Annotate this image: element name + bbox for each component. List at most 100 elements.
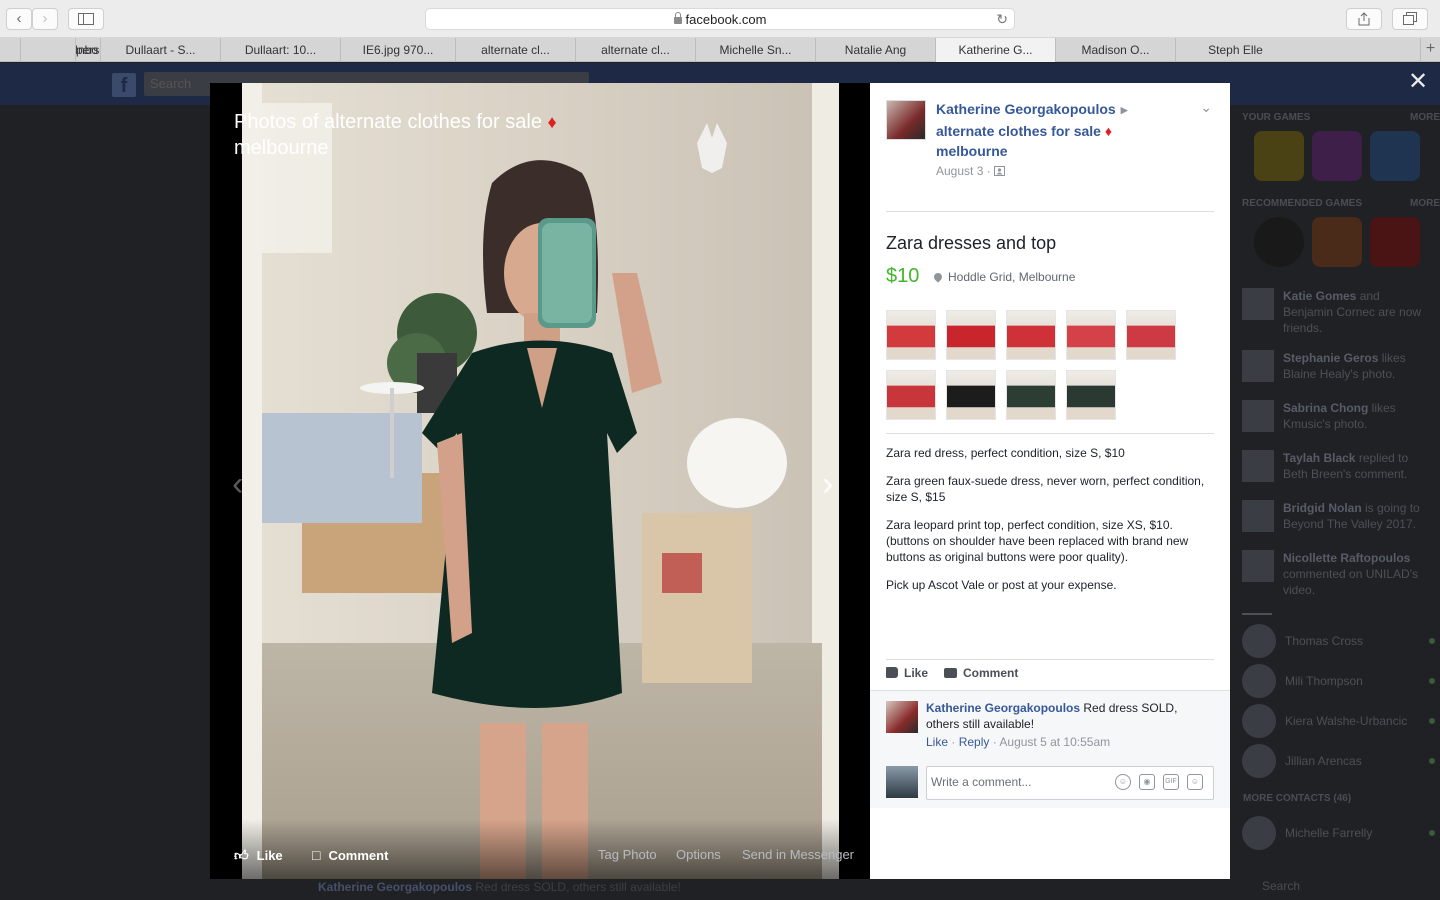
- post-date-text: August 3 ·: [936, 164, 991, 178]
- browser-tab[interactable]: Madison O...: [1055, 38, 1175, 62]
- listing-photo-thumbnail[interactable]: [1006, 310, 1056, 360]
- avatar: [1242, 500, 1274, 532]
- browser-tab[interactable]: IE6.jpg 970...: [340, 38, 455, 62]
- comment-like-link[interactable]: Like: [926, 735, 948, 749]
- contact-name: Mili Thompson: [1285, 674, 1363, 688]
- comment-button[interactable]: Comment: [944, 666, 1018, 680]
- emoji-icon[interactable]: ☺: [1115, 774, 1131, 790]
- game-icon: [1370, 217, 1420, 267]
- online-status-dot: [1429, 718, 1435, 724]
- online-status-dot: [1429, 758, 1435, 764]
- author-name-text: Katherine Georgakopoulos: [936, 101, 1116, 117]
- contact-name: Jillian Arencas: [1285, 754, 1362, 768]
- photo-actions-bar: 👍︎ Like □ Comment Tag Photo Options Send i…: [210, 819, 870, 879]
- ticker-name: Nicollette Raftopoulos: [1283, 551, 1411, 565]
- description-paragraph: Zara leopard print top, perfect conditio…: [886, 518, 1189, 564]
- divider: [886, 211, 1214, 212]
- game-icon: [1254, 131, 1304, 181]
- tabs-overview-icon[interactable]: [1392, 8, 1428, 30]
- group-name-line2: melbourne: [936, 143, 1008, 159]
- comment-body: Katherine Georgakopoulos Red dress SOLD,…: [926, 700, 1196, 732]
- photo-viewer: Photos of alternate clothes for sale ♦ m…: [210, 83, 870, 879]
- ticker-name: Katie Gomes: [1283, 289, 1357, 303]
- commenter-avatar[interactable]: [886, 701, 918, 733]
- gif-icon[interactable]: GIF: [1163, 774, 1179, 790]
- ticker-name: Bridgid Nolan: [1283, 501, 1362, 515]
- listing-location[interactable]: Hoddle Grid, Melbourne: [932, 270, 1075, 284]
- description-paragraph: Zara green faux-suede dress, never worn,…: [886, 474, 1205, 504]
- close-icon[interactable]: ✕: [1408, 70, 1428, 94]
- author-avatar[interactable]: [886, 100, 926, 140]
- sidebar-icon[interactable]: [68, 8, 104, 30]
- avatar: [1242, 350, 1274, 382]
- comment-reply-link[interactable]: Reply: [959, 735, 990, 749]
- browser-tab[interactable]: personal sh...: [75, 38, 100, 62]
- options-button[interactable]: Options: [676, 847, 721, 862]
- ticker-action: commented on UNILAD's video.: [1283, 567, 1419, 597]
- write-comment-placeholder: Write a comment...: [931, 775, 1032, 789]
- browser-tab[interactable]: alternate cl...: [455, 38, 575, 62]
- audience-icon: [994, 166, 1006, 176]
- chevron-down-icon[interactable]: ⌄: [1200, 99, 1212, 116]
- write-comment-input[interactable]: Write a comment... ☺ ◉ GIF ☺: [926, 766, 1214, 800]
- listing-photo-thumbnail[interactable]: [946, 370, 996, 420]
- commenter-name[interactable]: Katherine Georgakopoulos: [926, 701, 1080, 715]
- photo-image[interactable]: [242, 83, 839, 879]
- photo-title-text: Photos of alternate clothes for sale: [234, 111, 542, 133]
- separator: ·: [948, 735, 959, 749]
- post-date[interactable]: August 3 ·: [936, 164, 1006, 178]
- comment-icon: □: [312, 847, 321, 863]
- separator: ·: [989, 735, 1000, 749]
- previous-photo-icon[interactable]: ‹: [232, 465, 243, 504]
- send-in-messenger-button[interactable]: Send in Messenger: [742, 847, 854, 862]
- browser-tab[interactable]: Katherine G...: [935, 38, 1055, 62]
- next-photo-icon[interactable]: ›: [822, 465, 833, 504]
- address-bar[interactable]: facebook.com ↻: [425, 8, 1015, 30]
- browser-tab[interactable]: Dullaart: 10...: [220, 38, 340, 62]
- listing-photo-thumbnail[interactable]: [1126, 310, 1176, 360]
- group-name[interactable]: alternate clothes for sale ♦ melbourne: [936, 121, 1146, 161]
- background-post-text: Red dress SOLD, others still available!: [472, 880, 681, 894]
- divider: [886, 433, 1214, 434]
- current-user-avatar: [886, 766, 918, 798]
- forward-icon[interactable]: ›: [32, 8, 58, 30]
- sticker-icon[interactable]: ☺: [1187, 774, 1203, 790]
- chat-contact: Mili Thompson: [1242, 664, 1437, 698]
- game-icon: [1312, 131, 1362, 181]
- listing-photo-thumbnail[interactable]: [946, 310, 996, 360]
- ticker-text: Nicollette Raftopoulos commented on UNIL…: [1283, 550, 1433, 598]
- listing-photo-thumbnail[interactable]: [1066, 370, 1116, 420]
- diamond-icon: ♦: [547, 112, 557, 132]
- background-right-column: YOUR GAMES MORE RECOMMENDED GAMES MORE K…: [1232, 105, 1440, 900]
- chat-contact: Michelle Farrelly: [1242, 816, 1437, 850]
- divider: [886, 659, 1214, 660]
- comment-timestamp[interactable]: August 5 at 10:55am: [999, 735, 1110, 749]
- listing-photo-thumbnail[interactable]: [886, 310, 936, 360]
- photo-like-button[interactable]: 👍︎ Like: [234, 847, 283, 864]
- photo-like-label: Like: [256, 848, 283, 863]
- new-tab-button[interactable]: +: [1420, 38, 1440, 62]
- description-paragraph: Pick up Ascot Vale or post at your expen…: [886, 578, 1117, 592]
- photo-comment-label: Comment: [328, 848, 389, 863]
- camera-icon[interactable]: ◉: [1139, 774, 1155, 790]
- like-button[interactable]: Like: [886, 666, 928, 680]
- photo-comment-button[interactable]: □ Comment: [312, 847, 388, 863]
- browser-tab[interactable]: Michelle Sn...: [695, 38, 815, 62]
- share-icon[interactable]: [1346, 8, 1382, 30]
- ticker-text: Stephanie Geros likes Blaine Healy's pho…: [1283, 350, 1433, 382]
- back-icon[interactable]: ‹: [6, 8, 32, 30]
- chat-search-input[interactable]: Search: [1262, 879, 1300, 893]
- browser-tab[interactable]: Steph Elle: [1175, 38, 1295, 62]
- listing-photo-thumbnail[interactable]: [1066, 310, 1116, 360]
- listing-photo-thumbnail[interactable]: [886, 370, 936, 420]
- browser-tab[interactable]: Natalie Ang: [815, 38, 935, 62]
- author-name[interactable]: Katherine Georgakopoulos ▶: [936, 101, 1128, 117]
- recommended-games-heading: RECOMMENDED GAMES: [1242, 198, 1363, 209]
- listing-photo-thumbnail[interactable]: [1006, 370, 1056, 420]
- post-panel: Katherine Georgakopoulos ▶ alternate clot…: [870, 83, 1230, 879]
- reload-icon[interactable]: ↻: [996, 11, 1008, 28]
- browser-tab[interactable]: Dullaart - S...: [100, 38, 220, 62]
- browser-tab[interactable]: alternate cl...: [575, 38, 695, 62]
- tag-photo-button[interactable]: Tag Photo: [598, 847, 657, 862]
- caret-right-icon: ▶: [1120, 105, 1128, 115]
